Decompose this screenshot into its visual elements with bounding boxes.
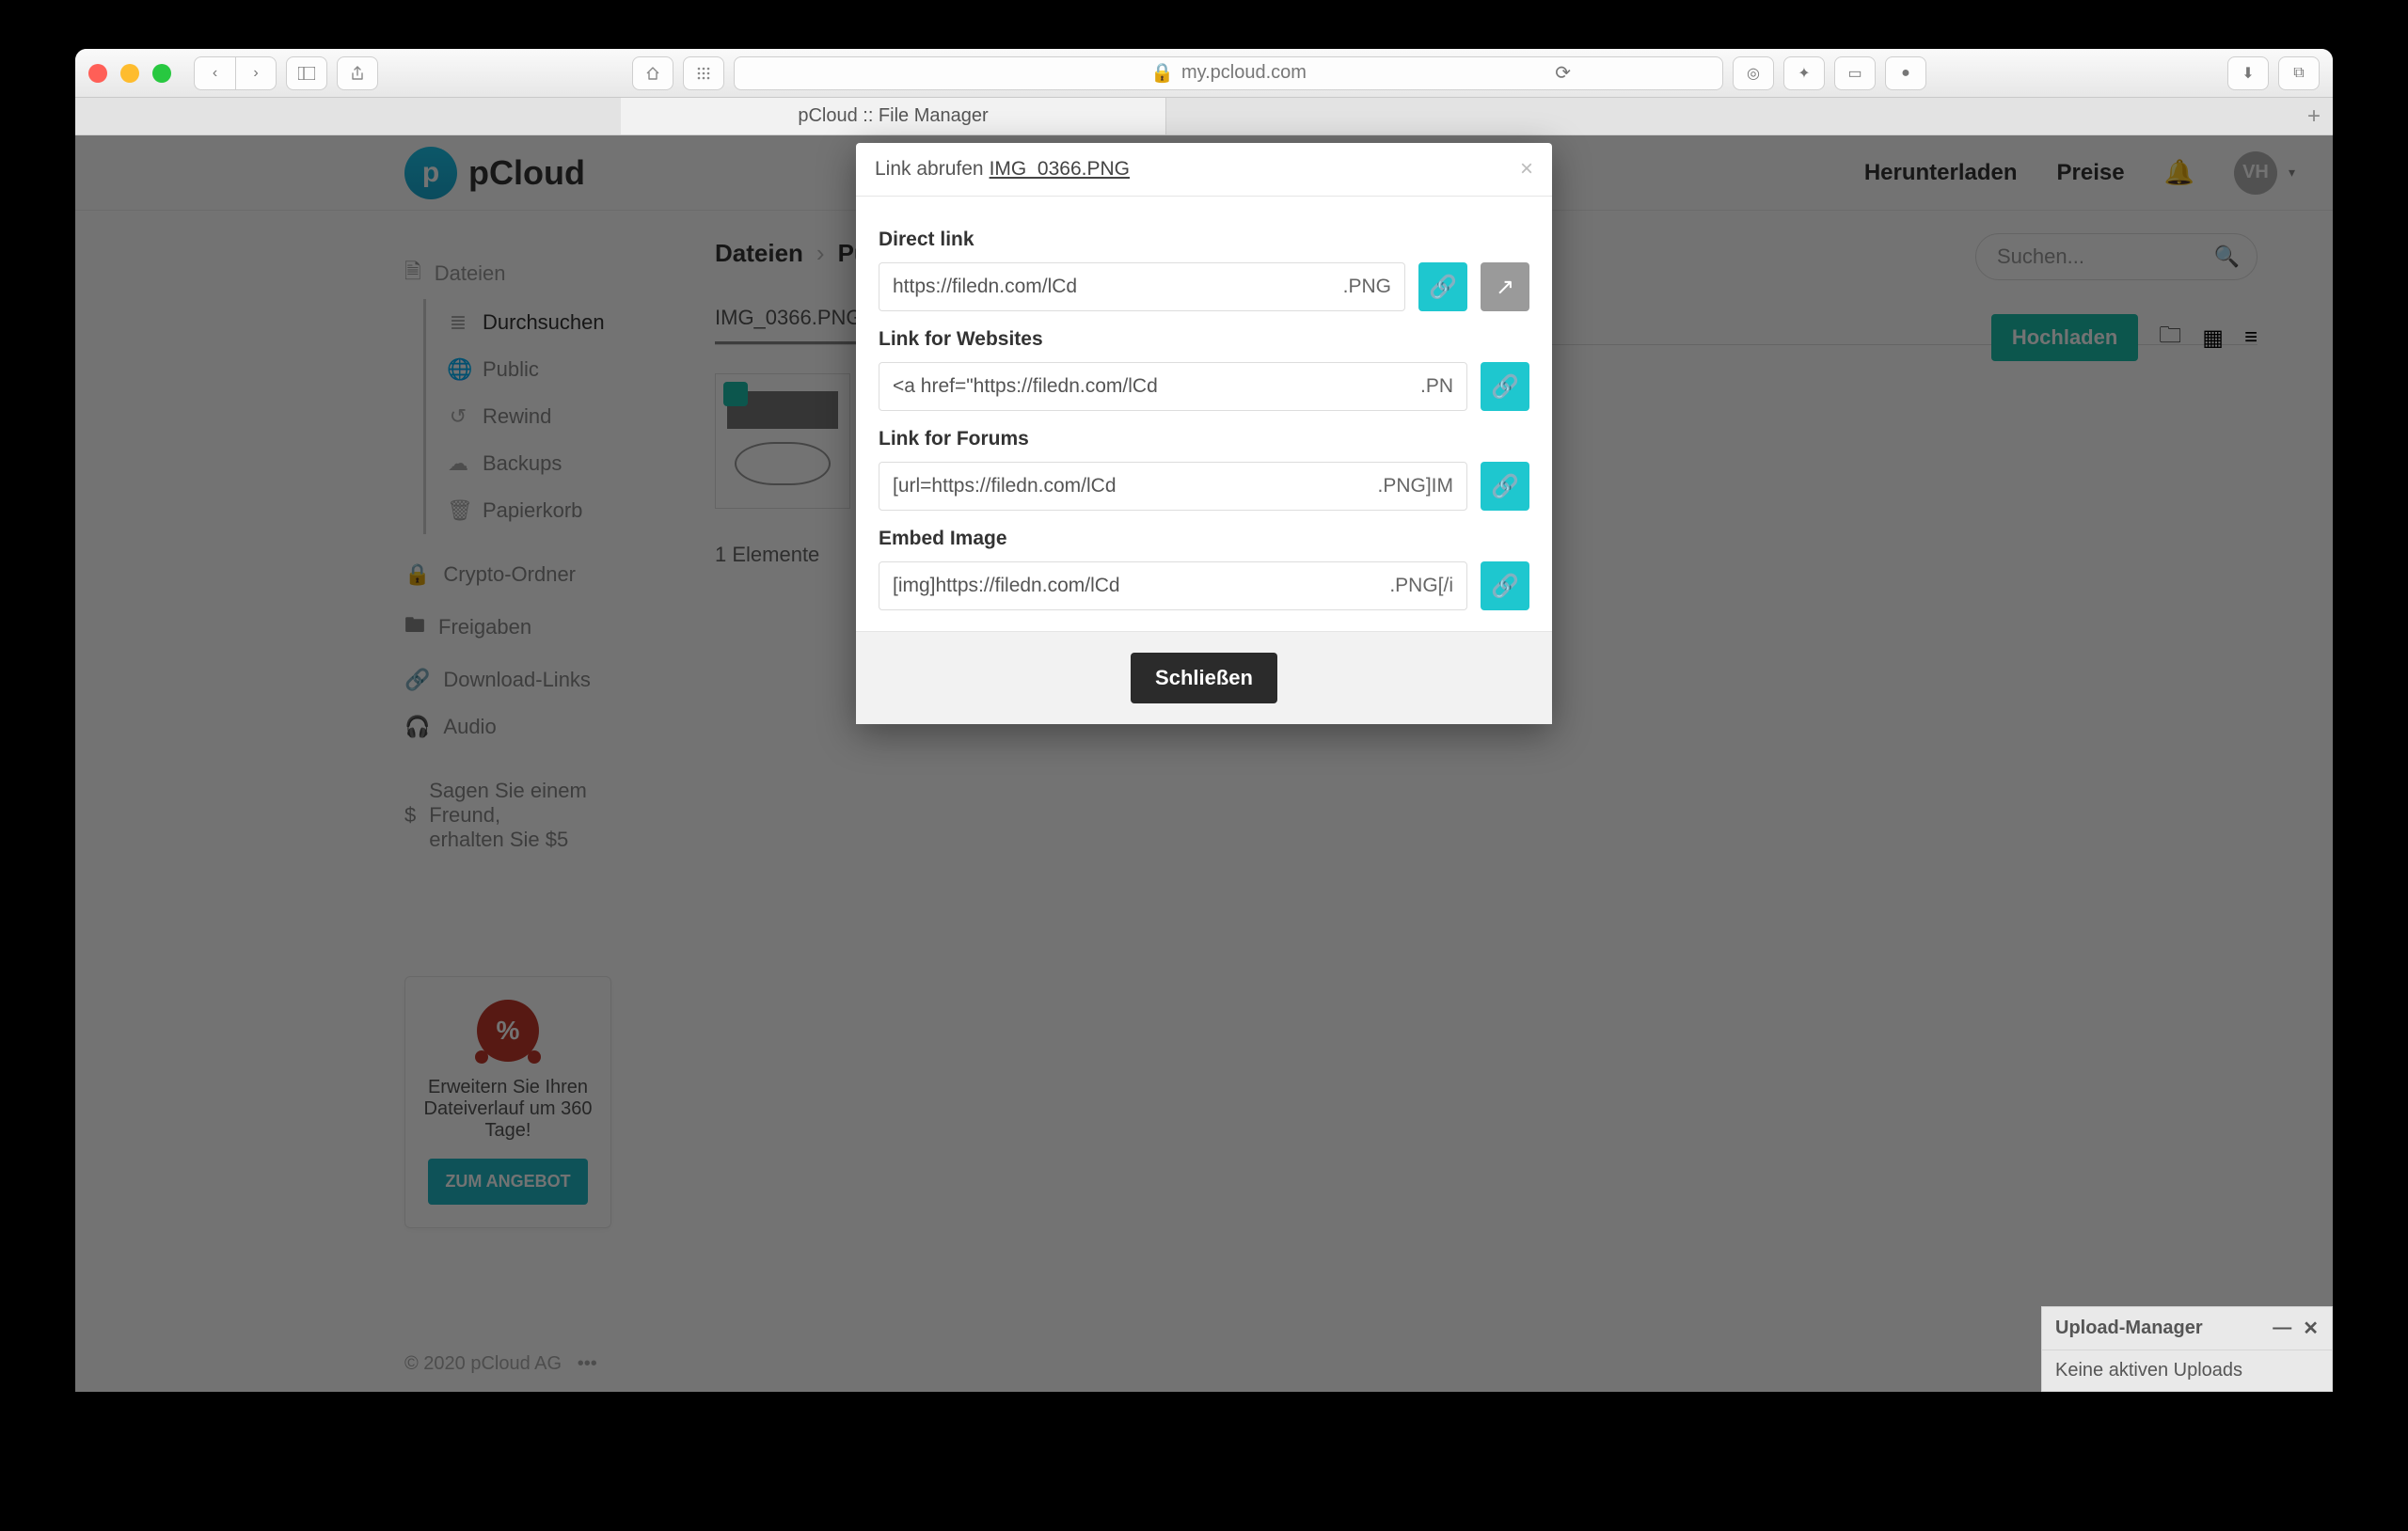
browser-toolbar: ‹ › 🔒 my.pcloud.com ⟳ ◎ ✦ ▭ ● ⬇ ⧉ [75,49,2333,98]
link-icon: 🔗 [1491,573,1519,600]
copy-direct-link-button[interactable]: 🔗 [1418,262,1467,311]
reader-button[interactable]: ▭ [1834,56,1876,90]
apps-grid-button[interactable] [683,56,724,90]
home-button[interactable] [632,56,673,90]
link-icon: 🔗 [1429,274,1457,301]
label-forum-link: Link for Forums [879,428,1529,450]
copy-embed-image-button[interactable]: 🔗 [1481,561,1529,610]
window-controls [88,64,171,83]
extension-button-1[interactable]: ✦ [1783,56,1825,90]
modal-close-icon[interactable]: × [1520,156,1533,182]
browser-window: ‹ › 🔒 my.pcloud.com ⟳ ◎ ✦ ▭ ● ⬇ ⧉ p [75,49,2333,1392]
address-bar[interactable]: 🔒 my.pcloud.com ⟳ [734,56,1723,90]
modal-filename: IMG_0366.PNG [990,158,1130,181]
input-forum-link[interactable]: [url=https://filedn.com/lCd .PNG]IM [879,462,1467,511]
reload-icon[interactable]: ⟳ [1555,61,1571,85]
modal-header: Link abrufen IMG_0366.PNG × [856,143,1552,197]
tab-bar: pCloud :: File Manager + [75,98,2333,135]
close-window-button[interactable] [88,64,107,83]
close-button[interactable]: Schließen [1131,653,1277,703]
label-website-link: Link for Websites [879,328,1529,351]
share-button[interactable] [337,56,378,90]
upload-manager-title: Upload-Manager [2055,1318,2203,1339]
input-website-link[interactable]: <a href="https://filedn.com/lCd .PN [879,362,1467,411]
privacy-report-button[interactable]: ◎ [1733,56,1774,90]
copy-forum-link-button[interactable]: 🔗 [1481,462,1529,511]
new-tab-button[interactable]: + [2295,98,2333,134]
external-link-icon: ↗ [1496,274,1514,301]
extension-button-2[interactable]: ● [1885,56,1926,90]
lock-icon: 🔒 [1150,61,1174,85]
label-direct-link: Direct link [879,229,1529,251]
close-icon[interactable]: ✕ [2303,1317,2319,1340]
url-text: my.pcloud.com [1181,62,1307,84]
label-embed-image: Embed Image [879,528,1529,550]
downloads-button[interactable]: ⬇ [2227,56,2269,90]
tab-title: pCloud :: File Manager [798,105,988,127]
copy-website-link-button[interactable]: 🔗 [1481,362,1529,411]
tab-pcloud[interactable]: pCloud :: File Manager [621,98,1166,134]
link-modal: Link abrufen IMG_0366.PNG × Direct link … [856,143,1552,724]
zoom-window-button[interactable] [152,64,171,83]
link-icon: 🔗 [1491,473,1519,500]
minimize-window-button[interactable] [120,64,139,83]
minimize-icon[interactable]: — [2273,1318,2291,1339]
sidebar-toggle-button[interactable] [286,56,327,90]
back-button[interactable]: ‹ [194,56,235,90]
show-tabs-button[interactable]: ⧉ [2278,56,2320,90]
forward-button[interactable]: › [235,56,277,90]
input-direct-link[interactable]: https://filedn.com/lCd .PNG [879,262,1405,311]
link-icon: 🔗 [1491,373,1519,401]
upload-manager-empty: Keine aktiven Uploads [2042,1350,2332,1391]
open-direct-link-button[interactable]: ↗ [1481,262,1529,311]
upload-manager: Upload-Manager — ✕ Keine aktiven Uploads [2041,1306,2333,1392]
input-embed-image[interactable]: [img]https://filedn.com/lCd .PNG[/i [879,561,1467,610]
